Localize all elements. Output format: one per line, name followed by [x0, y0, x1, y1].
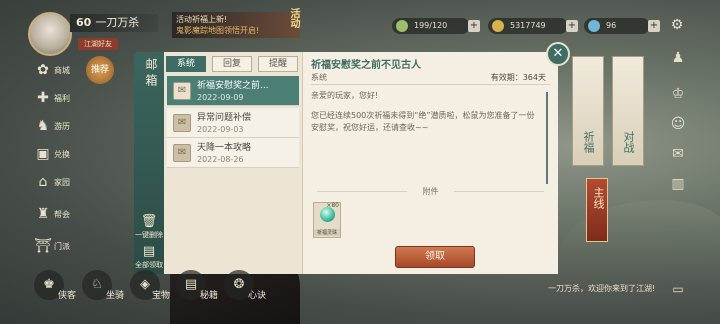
bottom-item-label: 秘籍 — [200, 291, 219, 301]
home-icon: ⌂ — [38, 174, 48, 190]
player-name: 一刀万杀 — [95, 16, 140, 29]
divider — [311, 84, 550, 85]
player-avatar[interactable] — [28, 12, 72, 56]
attachment-item[interactable]: ×80 祈福灵珠 — [313, 202, 341, 238]
sidebar-item-sect[interactable]: ⛩ 门派 — [34, 236, 74, 258]
mail-item-title: 天降一本攻略 — [197, 143, 252, 153]
sidebar-item-label: 福利 — [54, 94, 70, 103]
coin-icon — [492, 20, 504, 32]
stamina-value: 199/120 — [414, 21, 448, 30]
social-icon[interactable]: ☺ — [668, 114, 688, 134]
claim-button[interactable]: 领取 — [395, 246, 475, 268]
attachment-label: 附件 — [422, 187, 439, 196]
coin-resource: 5317749 + — [488, 18, 578, 34]
settings-gear-icon[interactable]: ⚙ — [668, 16, 686, 34]
mail-scrollbar[interactable] — [546, 92, 548, 184]
travel-icon: ♞ — [36, 118, 50, 134]
mail-icon[interactable]: ✉ — [668, 144, 688, 164]
mail-item-1[interactable]: ✉ 祈福安慰奖之前... 2022-09-09 — [167, 76, 299, 106]
stamina-icon — [396, 20, 408, 32]
sect-icon: ⛩ — [34, 238, 52, 254]
mail-item-title: 祈福安慰奖之前... — [197, 81, 269, 91]
player-tag: 江湖好友 — [78, 38, 118, 50]
mail-validity: 有效期：364天 — [490, 73, 546, 82]
tab-system[interactable]: 系统 — [166, 56, 206, 72]
gem-resource: 96 + — [584, 18, 660, 34]
mail-item-title: 异常问题补偿 — [197, 113, 252, 123]
gem-value: 96 — [606, 21, 617, 30]
player-info[interactable]: 60 一刀万杀 — [70, 14, 158, 32]
claim-all-icon: ▤ — [142, 244, 156, 259]
sidebar-item-label: 门派 — [54, 242, 70, 251]
gem-icon — [588, 20, 600, 32]
attachment-name: 祈福灵珠 — [314, 229, 340, 236]
tab-reply[interactable]: 回复 — [212, 56, 252, 72]
add-coin-button[interactable]: + — [566, 20, 578, 32]
mail-icon: ✉ — [173, 82, 191, 100]
mail-item-2[interactable]: ✉ 异常问题补偿 2022-09-03 — [167, 108, 299, 138]
chat-bubble-icon[interactable]: ▭ — [668, 280, 688, 298]
stamina-resource: 199/120 + — [392, 18, 480, 34]
banner-label: 祈福 — [582, 131, 595, 153]
gift-icon: ✚ — [37, 90, 49, 106]
sidebar-item-welfare[interactable]: ✚ 福利 — [34, 88, 74, 110]
sidebar-item-guild[interactable]: ♜ 帮会 — [34, 204, 74, 226]
mailbox-title: 邮箱 — [144, 58, 158, 90]
chat-message[interactable]: 一刀万杀，欢迎你来到了江湖! — [548, 282, 688, 296]
mail-greeting: 亲爱的玩家，您好! — [311, 91, 379, 100]
close-icon[interactable]: ✕ — [546, 42, 570, 66]
add-gem-button[interactable]: + — [648, 20, 660, 32]
banner-battle[interactable]: 对战 — [612, 56, 644, 166]
sidebar-item-travel[interactable]: ♞ 游历 — [34, 116, 74, 138]
mail-content: 您已经连续500次祈福未得到“绝”潜质啦，松鼠为您准备了一份安慰奖，祝您好运，还… — [311, 111, 535, 132]
banner-prayer[interactable]: 祈福 — [572, 56, 604, 166]
attachment-count: ×80 — [326, 202, 339, 209]
rank-icon[interactable]: ♔ — [668, 84, 688, 104]
bottom-item-label: 坐骑 — [106, 291, 125, 301]
bottom-item-label: 侠客 — [58, 291, 77, 301]
coin-value: 5317749 — [510, 21, 546, 30]
mail-detail-title: 祈福安慰奖之前不见古人 — [311, 60, 421, 71]
mail-body: 亲爱的玩家，您好! 您已经连续500次祈福未得到“绝”潜质啦，松鼠为您准备了一份… — [311, 90, 537, 142]
mail-detail-panel: 祈福安慰奖之前不见古人 系统 有效期：364天 亲爱的玩家，您好! 您已经连续5… — [302, 52, 558, 274]
event-tag: 活动 — [288, 8, 299, 28]
sidebar-item-label: 帮会 — [54, 210, 70, 219]
sidebar-item-label: 家园 — [54, 178, 70, 187]
mail-item-date: 2022-09-09 — [197, 93, 244, 102]
mail-item-date: 2022-08-26 — [197, 155, 244, 164]
sidebar-item-shop[interactable]: ✿ 商城 — [34, 60, 74, 82]
player-level: 60 — [76, 16, 92, 29]
recommend-button[interactable]: 推荐 — [86, 56, 114, 84]
sidebar-item-label: 商城 — [54, 66, 70, 75]
guild-icon: ♜ — [36, 206, 50, 222]
bottom-item-label: 心诀 — [248, 291, 267, 301]
delete-all-label: 一键删除 — [135, 231, 163, 239]
trash-icon: 🗑 — [140, 214, 158, 229]
sidebar-item-label: 兑换 — [54, 150, 70, 159]
mail-icon: ✉ — [173, 144, 191, 162]
mail-item-date: 2022-09-03 — [197, 125, 244, 134]
tab-reminder[interactable]: 提醒 — [258, 56, 298, 72]
bottom-item-label: 宝物 — [152, 291, 171, 301]
main-quest-button[interactable]: 主线 — [586, 178, 608, 242]
mail-list-panel: 系统 回复 提醒 ✉ 祈福安慰奖之前... 2022-09-09 ✉ 异常问题补… — [164, 52, 302, 274]
banner-label: 对战 — [622, 131, 635, 153]
sidebar-item-exchange[interactable]: ▣ 兑换 — [34, 144, 74, 166]
delete-all-button[interactable]: 🗑 一键删除 — [134, 214, 164, 246]
team-icon[interactable]: ♟ — [668, 48, 688, 68]
main-quest-label: 主线 — [592, 187, 605, 209]
orb-icon — [320, 207, 335, 222]
book-icon[interactable]: ▥ — [668, 174, 688, 194]
mail-icon: ✉ — [173, 114, 191, 132]
sidebar-item-home[interactable]: ⌂ 家园 — [34, 172, 74, 194]
sidebar-item-label: 游历 — [54, 122, 70, 131]
exchange-icon: ▣ — [36, 146, 50, 162]
add-stamina-button[interactable]: + — [468, 20, 480, 32]
claim-all-label: 全部领取 — [135, 261, 163, 269]
mail-sender: 系统 — [311, 73, 327, 82]
shop-icon: ✿ — [37, 62, 49, 78]
mail-item-3[interactable]: ✉ 天降一本攻略 2022-08-26 — [167, 138, 299, 168]
